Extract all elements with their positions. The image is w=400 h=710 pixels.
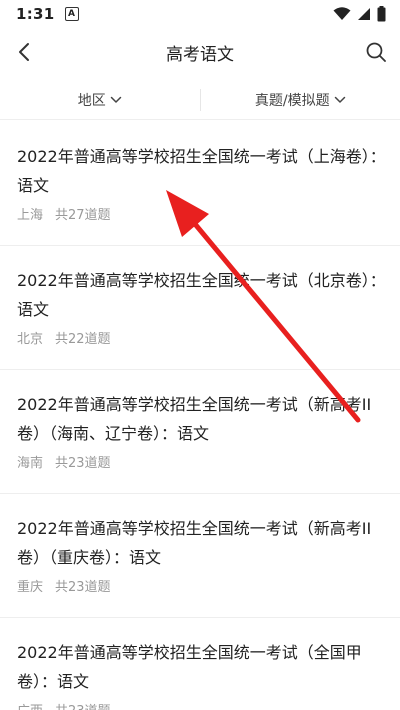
exam-region: 海南 — [17, 456, 44, 471]
exam-region: 广西 — [17, 700, 43, 710]
exam-meta: 重庆 共23道题 — [17, 576, 386, 595]
exam-meta: 北京 共22道题 — [17, 328, 386, 347]
type-filter-dropdown[interactable]: 真题/模拟题 — [201, 90, 400, 110]
exam-region: 上海 — [17, 208, 44, 223]
status-icons — [333, 6, 386, 22]
status-time: 1:31 — [16, 5, 55, 23]
exam-title: 2022年普通高等学校招生全国统一考试（全国甲卷）：语文 — [17, 643, 362, 691]
exam-question-count: 共22道题 — [55, 332, 111, 347]
region-filter-label: 地区 — [77, 92, 106, 109]
exam-title: 2022年普通高等学校招生全国统一考试（新高考II卷）（海南、辽宁卷）：语文 — [17, 395, 372, 443]
exam-meta: 上海 共27道题 — [17, 204, 386, 223]
app-bar: 高考语文 — [0, 28, 400, 76]
exam-list-item[interactable]: 2022年普通高等学校招生全国统一考试（北京卷）：语文 北京 共22道题 — [0, 246, 400, 370]
type-filter-label: 真题/模拟题 — [254, 92, 330, 109]
exam-meta: 海南 共23道题 — [17, 452, 386, 471]
exam-list-item[interactable]: 2022年普通高等学校招生全国统一考试（上海卷）：语文 上海 共27道题 — [0, 122, 400, 246]
exam-title: 2022年普通高等学校招生全国统一考试（新高考II卷）（重庆卷）：语文 — [17, 519, 372, 567]
exam-question-count: 共23道题 — [55, 580, 111, 595]
screen: 1:31 A 高考语文 地区 真题/模拟题 2022年普通高等学校招生全国统一考… — [0, 0, 400, 710]
signal-icon — [358, 8, 370, 20]
chevron-down-icon — [110, 96, 121, 103]
battery-icon — [377, 6, 386, 22]
exam-question-count: 共27道题 — [55, 208, 111, 223]
exam-title: 2022年普通高等学校招生全国统一考试（上海卷）：语文 — [17, 147, 386, 195]
filter-bar: 地区 真题/模拟题 — [0, 80, 400, 120]
status-bar: 1:31 A — [0, 0, 400, 28]
chevron-left-icon — [19, 43, 29, 61]
region-filter-dropdown[interactable]: 地区 — [0, 90, 200, 110]
notification-app-icon: A — [64, 7, 79, 21]
exam-region: 重庆 — [17, 580, 44, 595]
exam-region: 北京 — [17, 332, 44, 347]
wifi-icon — [333, 7, 351, 20]
page-title: 高考语文 — [166, 44, 234, 65]
exam-list-item[interactable]: 2022年普通高等学校招生全国统一考试（新高考II卷）（重庆卷）：语文 重庆 共… — [0, 494, 400, 618]
exam-question-count: 共23道题 — [55, 456, 111, 471]
exam-question-count: 共23道题 — [55, 700, 111, 710]
exam-list-item[interactable]: 2022年普通高等学校招生全国统一考试（全国甲卷）：语文 广西 共23道题 — [0, 618, 400, 710]
chevron-down-icon — [334, 96, 345, 103]
exam-list: 2022年普通高等学校招生全国统一考试（上海卷）：语文 上海 共27道题 202… — [0, 122, 400, 710]
exam-title: 2022年普通高等学校招生全国统一考试（北京卷）：语文 — [17, 271, 386, 319]
search-icon — [366, 42, 386, 62]
back-button[interactable] — [10, 38, 38, 66]
exam-meta: 广西 共23道题 — [17, 700, 386, 710]
search-button[interactable] — [362, 38, 390, 66]
exam-list-item[interactable]: 2022年普通高等学校招生全国统一考试（新高考II卷）（海南、辽宁卷）：语文 海… — [0, 370, 400, 494]
